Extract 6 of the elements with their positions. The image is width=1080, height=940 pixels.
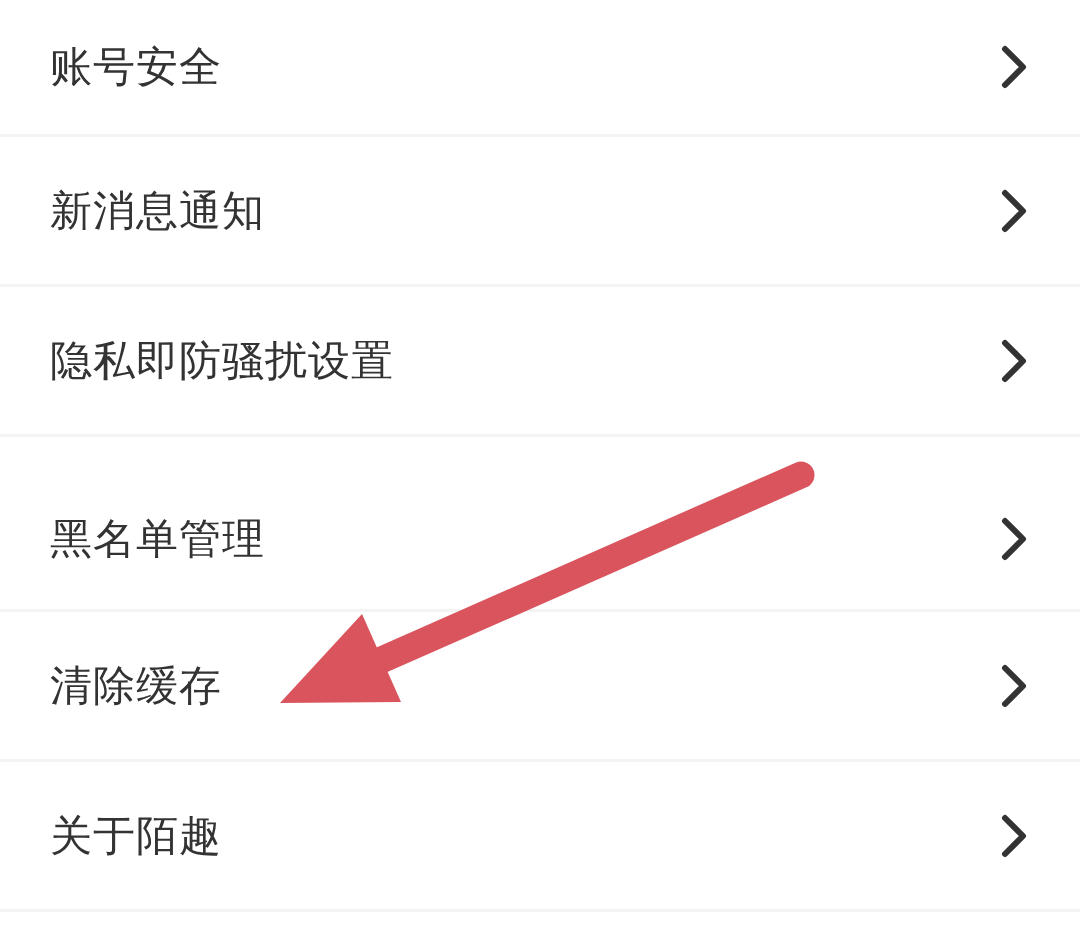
- chevron-right-icon: [1001, 663, 1027, 708]
- chevron-right-icon: [1001, 338, 1027, 383]
- chevron-right-icon: [1001, 188, 1027, 233]
- chevron-right-icon: [1001, 517, 1027, 561]
- chevron-right-icon: [1001, 45, 1027, 89]
- chevron-right-icon: [1001, 813, 1027, 858]
